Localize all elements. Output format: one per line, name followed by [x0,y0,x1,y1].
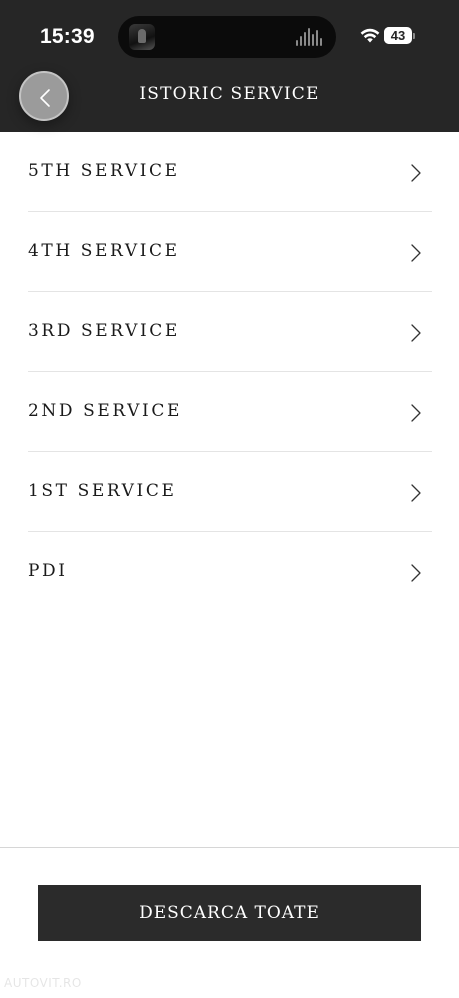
audio-waveform-icon [296,28,322,46]
list-item-2nd-service[interactable]: 2ND SERVICE [28,372,432,452]
chevron-right-icon [411,164,421,182]
chevron-right-icon [411,324,421,342]
list-item-4th-service[interactable]: 4TH SERVICE [28,212,432,292]
battery-icon: 43 [384,27,412,44]
dynamic-island[interactable] [118,16,336,58]
chevron-right-icon [411,404,421,422]
list-item-1st-service[interactable]: 1ST SERVICE [28,452,432,532]
service-label: 2ND SERVICE [28,401,182,421]
list-item-5th-service[interactable]: 5TH SERVICE [28,132,432,212]
status-time: 15:39 [40,25,95,48]
back-button[interactable] [19,71,69,121]
list-item-3rd-service[interactable]: 3RD SERVICE [28,292,432,372]
chevron-right-icon [411,484,421,502]
service-label: PDI [28,561,68,581]
chevron-left-icon [40,89,50,107]
chevron-right-icon [411,244,421,262]
battery-level-text: 43 [390,28,406,43]
wifi-icon [360,28,380,43]
service-label: 5TH SERVICE [28,161,180,181]
service-label: 4TH SERVICE [28,241,180,261]
battery-cap [413,33,415,39]
now-playing-thumbnail [129,24,155,50]
download-all-button[interactable]: DESCARCA TOATE [38,885,421,941]
service-label: 3RD SERVICE [28,321,180,341]
list-item-pdi[interactable]: PDI [28,532,432,612]
service-history-list: 5TH SERVICE 4TH SERVICE 3RD SERVICE 2ND … [28,132,432,612]
watermark: AUTOVIT.RO [4,976,82,990]
header-bar: 15:39 43 ISTORIC SERVICE [0,0,459,132]
chevron-right-icon [411,564,421,582]
footer-divider [0,847,459,848]
service-label: 1ST SERVICE [28,481,177,501]
